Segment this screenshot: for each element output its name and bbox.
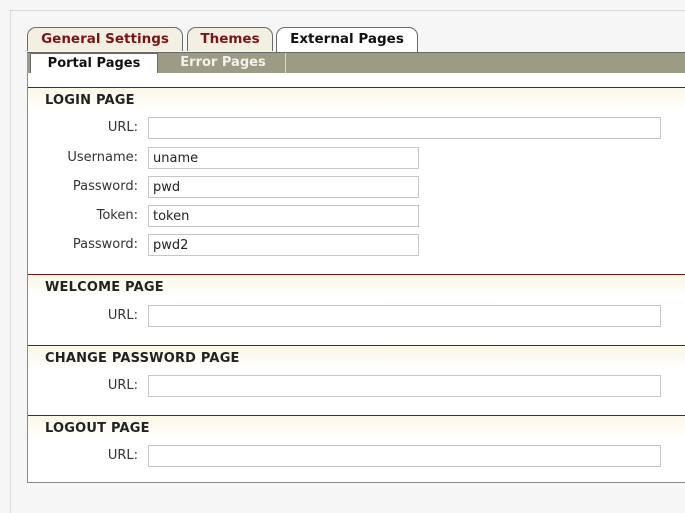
login-username-input[interactable] — [148, 147, 419, 169]
login-password2-input[interactable] — [148, 234, 419, 256]
login-url-label: URL: — [107, 120, 138, 135]
logout-url-label: URL: — [107, 448, 138, 463]
subtab-error-pages[interactable]: Error Pages — [161, 53, 285, 73]
sub-tab-bar: Portal Pages Error Pages — [27, 53, 685, 74]
login-password2-label: Password: — [72, 237, 138, 252]
portal-pages-content: LOGIN PAGE URL: Username: Password: Toke… — [27, 73, 685, 483]
change-password-section-header: CHANGE PASSWORD PAGE — [28, 345, 685, 370]
main-tab-bar: General Settings Themes External Pages — [27, 27, 685, 53]
login-password-input[interactable] — [148, 176, 419, 198]
welcome-url-label: URL: — [107, 308, 138, 323]
change-password-url-label: URL: — [107, 378, 138, 393]
tab-external-pages[interactable]: External Pages — [276, 27, 418, 53]
subtab-portal-pages[interactable]: Portal Pages — [30, 53, 158, 74]
login-url-input[interactable] — [148, 117, 661, 139]
login-token-input[interactable] — [148, 205, 419, 227]
login-username-label: Username: — [67, 150, 138, 165]
welcome-page-title: WELCOME PAGE — [45, 280, 164, 295]
welcome-url-input[interactable] — [148, 305, 661, 327]
login-token-label: Token: — [96, 208, 138, 223]
login-page-title: LOGIN PAGE — [45, 93, 135, 108]
tab-themes[interactable]: Themes — [187, 27, 273, 51]
logout-page-title: LOGOUT PAGE — [45, 421, 150, 436]
change-password-title: CHANGE PASSWORD PAGE — [45, 351, 240, 366]
subtab-separator — [285, 53, 286, 73]
login-password-label: Password: — [72, 179, 138, 194]
welcome-page-section-header: WELCOME PAGE — [28, 274, 685, 299]
logout-page-section-header: LOGOUT PAGE — [28, 415, 685, 440]
tab-general-settings[interactable]: General Settings — [27, 27, 183, 51]
logout-url-input[interactable] — [148, 445, 661, 467]
login-page-section-header: LOGIN PAGE — [28, 87, 685, 112]
change-password-url-input[interactable] — [148, 375, 661, 397]
